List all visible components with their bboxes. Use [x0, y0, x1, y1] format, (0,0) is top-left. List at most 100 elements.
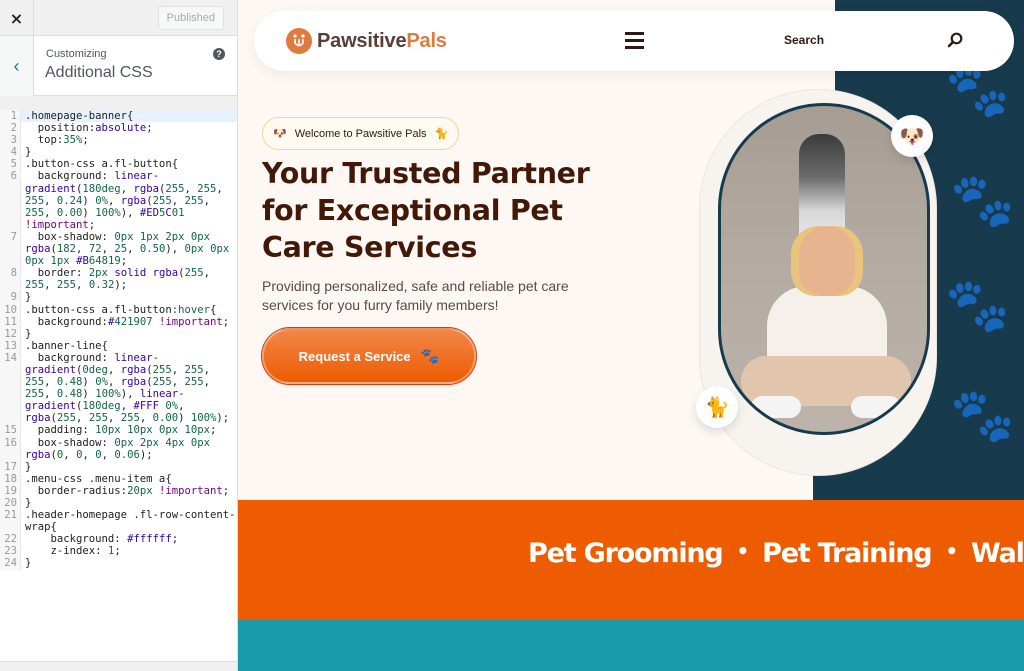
- code-text[interactable]: background:#421907 !important;: [21, 316, 237, 328]
- line-number: 7: [0, 230, 21, 268]
- line-number: 6: [0, 170, 21, 231]
- service-item: Pet Training: [762, 538, 932, 569]
- line-number: 1: [0, 110, 21, 123]
- code-line[interactable]: 21 .header-homepage .fl-row-content-wrap{: [0, 509, 237, 534]
- code-line[interactable]: 12}: [0, 327, 237, 340]
- code-line[interactable]: 9}: [0, 291, 237, 304]
- code-line[interactable]: 7 box-shadow: 0px 1px 2px 0px rgba(182, …: [0, 230, 237, 268]
- paw-icon: 🐾: [420, 347, 440, 365]
- code-line[interactable]: 3 top:35%;: [0, 134, 237, 147]
- code-text[interactable]: }: [21, 291, 237, 303]
- code-text[interactable]: .button-css a.fl-button:hover{: [21, 304, 237, 316]
- paw-print-icon: 🐾: [950, 171, 1015, 231]
- line-number: 18: [0, 472, 21, 485]
- hero-subtext: Providing personalized, safe and reliabl…: [262, 278, 569, 313]
- code-line[interactable]: 22 background: #ffffff;: [0, 533, 237, 546]
- code-text[interactable]: }: [21, 557, 237, 569]
- code-line[interactable]: 17}: [0, 460, 237, 473]
- hamburger-menu-icon[interactable]: [625, 32, 644, 50]
- line-number: 13: [0, 339, 21, 352]
- code-text[interactable]: }: [21, 146, 237, 158]
- woman-head: [799, 226, 855, 296]
- section-header: ‹ Customizing Additional CSS ?: [0, 36, 237, 96]
- code-line[interactable]: 19 border-radius:20px !important;: [0, 484, 237, 497]
- cat-badge-icon: 🐈: [696, 386, 738, 428]
- code-text[interactable]: }: [21, 461, 237, 473]
- close-icon: ×: [9, 8, 24, 28]
- code-line[interactable]: 11 background:#421907 !important;: [0, 315, 237, 328]
- service-item: Walkin: [971, 538, 1024, 569]
- code-line[interactable]: 24}: [0, 557, 237, 570]
- separator-dot: •: [736, 539, 750, 563]
- line-number: 8: [0, 267, 21, 292]
- code-text[interactable]: box-shadow: 0px 2px 4px 0px rgba(0, 0, 0…: [21, 437, 237, 461]
- code-text[interactable]: .button-css a.fl-button{: [21, 158, 237, 170]
- code-line[interactable]: 16 box-shadow: 0px 2px 4px 0px rgba(0, 0…: [0, 436, 237, 461]
- code-line[interactable]: 10 .button-css a.fl-button:hover{: [0, 303, 237, 316]
- code-text[interactable]: background: #ffffff;: [21, 533, 237, 545]
- hero-section: 🐾 🐾 🐾 🐾 PawsitivePals Search 🐶 Welcome t…: [238, 0, 1024, 500]
- code-text[interactable]: z-index: 1;: [21, 545, 237, 557]
- code-text[interactable]: background: linear-gradient(180deg, rgba…: [21, 170, 237, 230]
- service-item: Pet Grooming: [528, 538, 724, 569]
- code-text[interactable]: }: [21, 497, 237, 509]
- site-logo[interactable]: PawsitivePals: [286, 28, 447, 54]
- chevron-left-icon: ‹: [13, 55, 20, 76]
- code-text[interactable]: position:absolute;: [21, 122, 237, 134]
- code-text[interactable]: }: [21, 328, 237, 340]
- code-text[interactable]: box-shadow: 0px 1px 2px 0px rgba(182, 72…: [21, 231, 237, 267]
- line-number: 5: [0, 158, 21, 171]
- code-line[interactable]: 20}: [0, 497, 237, 510]
- line-number: 14: [0, 351, 21, 425]
- search-input[interactable]: Search: [784, 33, 824, 47]
- line-number: 4: [0, 146, 21, 159]
- back-button[interactable]: ‹: [0, 36, 34, 96]
- code-line[interactable]: 23 z-index: 1;: [0, 545, 237, 558]
- code-line[interactable]: 18 .menu-css .menu-item a{: [0, 472, 237, 485]
- line-number: 9: [0, 291, 21, 304]
- code-line[interactable]: 5 .button-css a.fl-button{: [0, 158, 237, 171]
- search-icon[interactable]: [946, 31, 964, 49]
- line-number: 24: [0, 557, 21, 570]
- hero-photo: [718, 103, 930, 435]
- help-icon[interactable]: ?: [213, 48, 225, 60]
- sidebar-footer: [0, 661, 237, 671]
- line-number: 3: [0, 134, 21, 147]
- shoe: [751, 396, 801, 418]
- code-line[interactable]: 13 .banner-line{: [0, 339, 237, 352]
- request-service-button[interactable]: Request a Service 🐾: [262, 328, 476, 384]
- code-text[interactable]: padding: 10px 10px 0px 10px;: [21, 424, 237, 436]
- logo-text: PawsitivePals: [317, 29, 447, 52]
- teal-section: [238, 620, 1024, 671]
- code-line[interactable]: 8 border: 2px solid rgba(255, 255, 255, …: [0, 267, 237, 292]
- code-text[interactable]: .header-homepage .fl-row-content-wrap{: [21, 509, 237, 533]
- code-line[interactable]: 15 padding: 10px 10px 0px 10px;: [0, 424, 237, 437]
- line-number: 2: [0, 122, 21, 135]
- css-code-editor[interactable]: 1 .homepage-banner{2 position:absolute; 3 …: [0, 110, 237, 661]
- hero-headline: Your Trusted Partner for Exceptional Pet…: [262, 157, 590, 264]
- cta-label: Request a Service: [298, 348, 411, 364]
- paw-print-icon: 🐾: [950, 386, 1015, 446]
- code-text[interactable]: .homepage-banner{: [21, 110, 237, 123]
- dog-badge-icon: 🐶: [891, 115, 933, 157]
- code-line[interactable]: 1 .homepage-banner{: [0, 110, 237, 123]
- paw-print-icon: 🐾: [945, 276, 1010, 336]
- code-line[interactable]: 14 background: linear-gradient(0deg, rgb…: [0, 351, 237, 425]
- close-customizer-button[interactable]: ×: [0, 0, 34, 36]
- code-text[interactable]: .menu-css .menu-item a{: [21, 473, 237, 485]
- dog-emoji-icon: 🐶: [273, 127, 287, 140]
- code-text[interactable]: border: 2px solid rgba(255, 255, 255, 0.…: [21, 267, 237, 291]
- code-line[interactable]: 6 background: linear-gradient(180deg, rg…: [0, 170, 237, 231]
- published-button[interactable]: Published: [157, 6, 224, 30]
- code-line[interactable]: 4}: [0, 146, 237, 159]
- separator-dot: •: [945, 539, 958, 563]
- code-text[interactable]: top:35%;: [21, 134, 237, 146]
- dog-face-icon: [293, 34, 305, 47]
- line-number: 21: [0, 509, 21, 534]
- code-line[interactable]: 2 position:absolute;: [0, 122, 237, 135]
- welcome-badge: 🐶 Welcome to Pawsitive Pals 🐈: [262, 117, 460, 150]
- line-number: 23: [0, 545, 21, 558]
- code-text[interactable]: background: linear-gradient(0deg, rgba(2…: [21, 352, 237, 425]
- code-text[interactable]: border-radius:20px !important;: [21, 485, 237, 497]
- code-text[interactable]: .banner-line{: [21, 340, 237, 352]
